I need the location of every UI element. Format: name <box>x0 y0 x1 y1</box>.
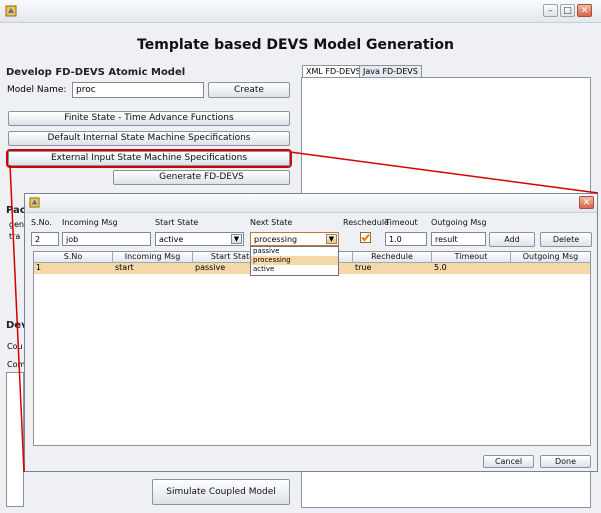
start-state-value: active <box>159 235 184 244</box>
dialog-app-icon <box>29 197 40 208</box>
window-titlebar: – □ ✕ <box>0 0 601 23</box>
cell-incoming: start <box>115 263 134 272</box>
dialog-titlebar: ✕ <box>25 194 597 213</box>
dropdown-option-passive[interactable]: passive <box>251 247 338 256</box>
dialog-close-button[interactable]: ✕ <box>579 196 594 209</box>
reschedule-label: Reschedule <box>343 218 389 227</box>
cancel-button[interactable]: Cancel <box>483 455 534 468</box>
default-internal-button[interactable]: Default Internal State Machine Specifica… <box>8 131 290 146</box>
minimize-button[interactable]: – <box>543 4 558 17</box>
cell-sno: 1 <box>36 263 42 272</box>
generate-fddevs-button[interactable]: Generate FD-DEVS <box>113 170 290 185</box>
col-header-sno[interactable]: S.No <box>34 252 113 263</box>
components-list-partial <box>6 372 24 507</box>
atomic-section-title: Develop FD-DEVS Atomic Model <box>6 67 186 78</box>
app-icon <box>5 5 17 17</box>
col-header-incoming[interactable]: Incoming Msg <box>113 252 193 263</box>
external-input-button[interactable]: External Input State Machine Specificati… <box>6 149 292 168</box>
reschedule-checkbox[interactable] <box>360 232 371 243</box>
col-header-timeout[interactable]: Timeout <box>432 252 511 263</box>
outgoing-msg-input[interactable]: result <box>431 232 486 246</box>
model-name-label: Model Name: <box>7 85 67 95</box>
chevron-down-icon[interactable]: ▼ <box>326 234 337 244</box>
incoming-msg-input[interactable]: job <box>62 232 151 246</box>
create-button[interactable]: Create <box>208 82 290 98</box>
next-state-label: Next State <box>250 218 293 227</box>
next-state-value: processing <box>254 235 298 244</box>
coupled-label-partial: Cou <box>7 342 23 351</box>
next-state-dropdown[interactable]: passive processing active <box>250 246 339 276</box>
transitions-table[interactable]: S.No Incoming Msg Start State Rechedule … <box>33 251 591 446</box>
next-state-combo[interactable]: processing ▼ <box>250 232 339 246</box>
page-title: Template based DEVS Model Generation <box>137 37 454 53</box>
dropdown-option-active[interactable]: active <box>251 265 338 274</box>
add-button[interactable]: Add <box>489 232 535 247</box>
incoming-msg-label: Incoming Msg <box>62 218 118 227</box>
checkmark-icon <box>361 233 370 242</box>
sno-label: S.No. <box>31 218 52 227</box>
external-transition-dialog: ✕ S.No. Incoming Msg Start State Next St… <box>24 193 598 472</box>
timeout-input[interactable]: 1.0 <box>385 232 427 246</box>
cell-timeout: 5.0 <box>434 263 447 272</box>
package-section-title-partial: Pac <box>6 205 26 216</box>
delete-button[interactable]: Delete <box>540 232 592 247</box>
tra-label-partial: tra <box>9 232 21 241</box>
col-header-outgoing[interactable]: Outgoing Msg <box>511 252 590 263</box>
sno-input[interactable]: 2 <box>31 232 59 246</box>
finite-state-button[interactable]: Finite State - Time Advance Functions <box>8 111 290 126</box>
model-name-input[interactable]: proc <box>72 82 204 98</box>
simulate-coupled-button[interactable]: Simulate Coupled Model <box>152 479 290 505</box>
cell-start-state: passive <box>195 263 226 272</box>
done-button[interactable]: Done <box>540 455 591 468</box>
col-header-reschedule[interactable]: Rechedule <box>353 252 432 263</box>
dropdown-option-processing[interactable]: processing <box>251 256 338 265</box>
chevron-down-icon[interactable]: ▼ <box>231 234 242 244</box>
start-state-label: Start State <box>155 218 199 227</box>
close-button[interactable]: ✕ <box>577 4 592 17</box>
outgoing-msg-label: Outgoing Msg <box>431 218 487 227</box>
start-state-combo[interactable]: active ▼ <box>155 232 244 246</box>
gen-label-partial: gen <box>9 220 25 229</box>
timeout-label: Timeout <box>385 218 418 227</box>
cell-reschedule: true <box>355 263 372 272</box>
components-label-partial: Com <box>7 360 26 369</box>
maximize-button[interactable]: □ <box>560 4 575 17</box>
